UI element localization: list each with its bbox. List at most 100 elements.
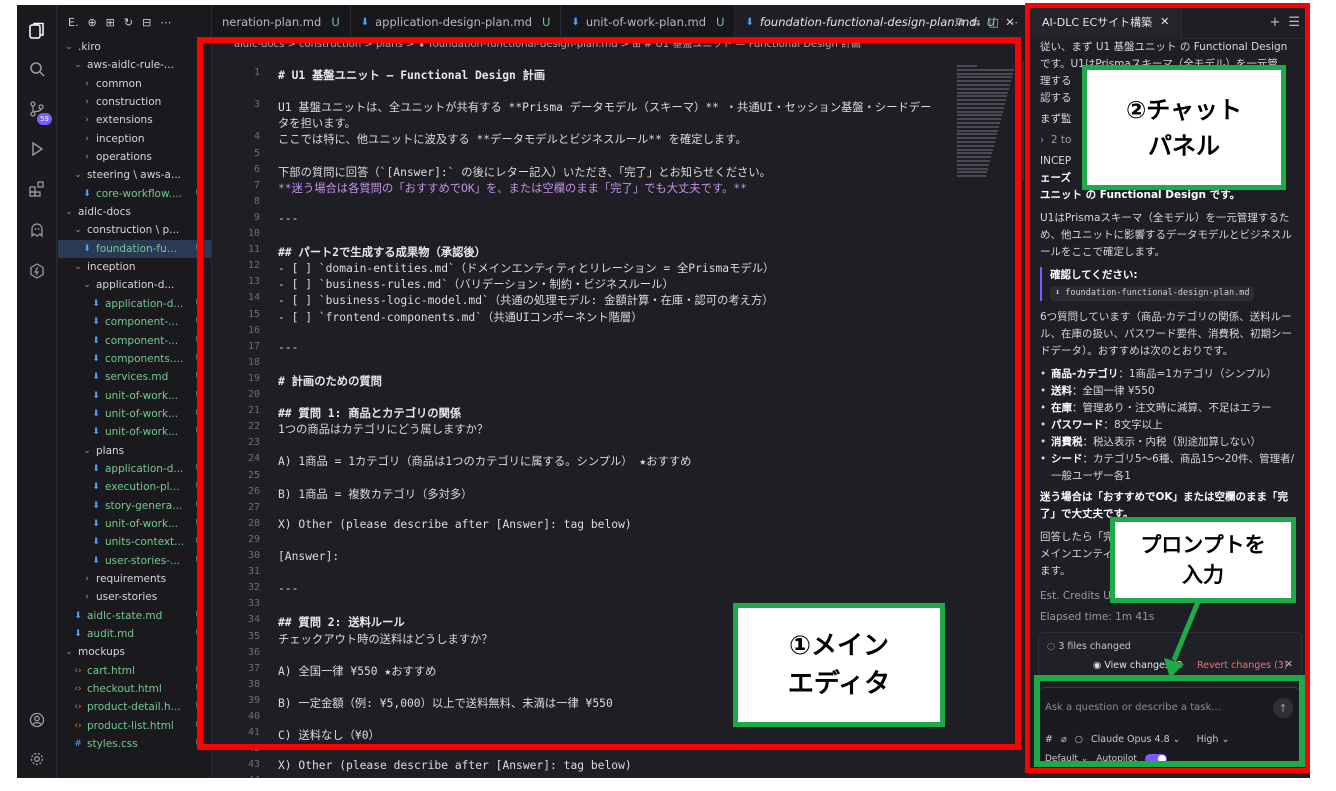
tree-file[interactable]: ‹› product-list.html U [58, 717, 211, 735]
tree-folder[interactable]: ⌄ aidlc-docs [58, 203, 211, 221]
markdown-file-icon: ⬇ [83, 188, 91, 199]
tree-item-label: requirements [96, 572, 167, 585]
chevron-down-icon[interactable]: ⌄ [73, 166, 83, 184]
editor-tab[interactable]: ⬇ application-design-plan.md U [351, 5, 562, 39]
file-tree: ⌄ .kiro ⌄ aws-aidlc-rule-... › common › constru… [58, 38, 211, 753]
chevron-down-icon[interactable]: ⌄ [64, 38, 74, 56]
tree-file[interactable]: ‹› cart.html U [58, 662, 211, 680]
chevron-right-icon[interactable]: › [82, 130, 92, 148]
tree-file[interactable]: ‹› product-detail.h... U [58, 698, 211, 716]
extensions-icon[interactable] [25, 177, 49, 201]
tree-folder[interactable]: ⌄ plans [58, 442, 211, 460]
chevron-down-icon[interactable]: ⌄ [82, 442, 92, 460]
chevron-right-icon[interactable]: › [82, 588, 92, 606]
run-debug-icon[interactable] [25, 137, 49, 161]
editor-tab[interactable]: ⬇ unit-of-work-plan.md U [561, 5, 736, 39]
prompt-highlight-box [1034, 675, 1305, 767]
chevron-right-icon[interactable]: › [82, 148, 92, 166]
tree-file[interactable]: ⬇ application-d... U [58, 460, 211, 478]
tree-file[interactable]: ‹› checkout.html U [58, 680, 211, 698]
tree-file[interactable]: ⬇ unit-of-work... U [58, 515, 211, 533]
settings-icon[interactable] [25, 747, 49, 771]
markdown-file-icon: ⬇ [92, 353, 100, 364]
open-preview-icon[interactable]: ⧉ [956, 15, 964, 29]
search-icon[interactable] [25, 57, 49, 81]
chevron-down-icon[interactable]: ⌄ [73, 258, 83, 276]
tree-file[interactable]: ⬇ components.... U [58, 350, 211, 368]
explorer-icon[interactable] [25, 19, 49, 43]
new-folder-icon[interactable]: ⊞ [106, 16, 115, 29]
tree-file[interactable]: ⬇ foundation-fu... U [58, 239, 211, 259]
markdown-file-icon: ⬇ [74, 629, 82, 639]
tree-folder[interactable]: › operations [58, 148, 211, 166]
new-file-icon[interactable]: ⊕ [87, 16, 96, 29]
tree-file[interactable]: ⬇ services.md U [58, 368, 211, 386]
tree-folder[interactable]: ⌄ application-d... [58, 276, 211, 294]
chevron-down-icon[interactable]: ⌄ [73, 221, 83, 239]
html-file-icon: ‹› [74, 702, 82, 713]
tree-folder[interactable]: ⌄ .kiro [58, 38, 211, 56]
tree-file[interactable]: ⬇ component-... U [58, 332, 211, 350]
tree-file[interactable]: ⬇ aidlc-state.md U [58, 607, 211, 625]
kiro-ghost-icon[interactable] [25, 218, 49, 242]
collapse-all-icon[interactable]: ⊟ [142, 16, 151, 29]
tree-item-label: components.... [105, 352, 184, 365]
chevron-down-icon[interactable]: ⌄ [64, 203, 74, 221]
tree-folder[interactable]: › construction [58, 93, 211, 111]
chevron-right-icon[interactable]: › [82, 75, 92, 93]
tree-file[interactable]: ⬇ units-context... U [58, 533, 211, 551]
prompt-annotation-label: プロンプトを 入力 [1110, 517, 1296, 603]
tree-item-label: common [96, 77, 142, 90]
tree-folder[interactable]: ⌄ mockups [58, 643, 211, 661]
tree-folder[interactable]: › inception [58, 130, 211, 148]
tree-item-label: aws-aidlc-rule-... [87, 59, 174, 72]
editor-tab-bar: neration-plan.md U ⬇ application-design-pla… [212, 5, 1026, 39]
tree-folder[interactable]: ⌄ steering \ aws-a... [58, 166, 211, 184]
tree-folder[interactable]: › requirements [58, 570, 211, 588]
tree-item-label: unit-of-work... [105, 389, 179, 402]
tree-file[interactable]: ⬇ component-... U [58, 313, 211, 331]
tree-file[interactable]: ⬇ story-genera... U [58, 497, 211, 515]
tree-folder[interactable]: ⌄ inception [58, 258, 211, 276]
tree-item-label: operations [96, 151, 152, 164]
split-editor-icon[interactable]: ◫ [989, 16, 999, 29]
markdown-file-icon: ⬇ [92, 518, 100, 529]
tree-file[interactable]: ⬇ unit-of-work... U [58, 405, 211, 423]
tree-folder[interactable]: › extensions [58, 111, 211, 129]
tree-folder[interactable]: ⌄ aws-aidlc-rule-... [58, 56, 211, 74]
editor-tab-label: unit-of-work-plan.md [585, 15, 707, 29]
chevron-down-icon[interactable]: ⌄ [64, 643, 74, 661]
tree-folder[interactable]: › common [58, 75, 211, 93]
chevron-down-icon[interactable]: ⌄ [73, 56, 83, 74]
activity-bar: 59 [17, 5, 57, 778]
kiro-spec-icon[interactable] [25, 259, 49, 283]
tree-file[interactable]: # styles.css U [58, 735, 211, 753]
tree-item-label: inception [96, 132, 145, 145]
tree-file[interactable]: ⬇ execution-pl... U [58, 478, 211, 496]
more-actions-icon[interactable]: ⋯ [1007, 16, 1018, 29]
chevron-down-icon[interactable]: ⌄ [82, 276, 92, 294]
tree-item-label: product-detail.h... [87, 701, 181, 714]
chevron-right-icon[interactable]: › [82, 570, 92, 588]
compare-icon[interactable]: ⇆ [971, 16, 980, 29]
tree-file[interactable]: ⬇ unit-of-work... U [58, 423, 211, 441]
tree-file[interactable]: ⬇ audit.md U [58, 625, 211, 643]
tree-item-label: product-list.html [87, 719, 174, 732]
account-icon[interactable] [25, 708, 49, 732]
tree-folder[interactable]: › user-stories [58, 588, 211, 606]
refresh-icon[interactable]: ↻ [124, 16, 133, 29]
more-actions-icon[interactable]: ⋯ [160, 16, 171, 29]
tree-item-label: cart.html [87, 664, 135, 677]
chevron-right-icon[interactable]: › [82, 111, 92, 129]
git-status-untracked: U [542, 15, 551, 29]
code-line: X) Other (please describe after [Answer]… [278, 759, 632, 773]
tree-file[interactable]: ⬇ core-workflow.... U [58, 185, 211, 203]
tree-file[interactable]: ⬇ user-stories-... U [58, 552, 211, 570]
markdown-file-icon: ⬇ [83, 243, 91, 254]
html-file-icon: ‹› [74, 720, 82, 731]
tree-file[interactable]: ⬇ unit-of-work... U [58, 387, 211, 405]
chevron-right-icon[interactable]: › [82, 93, 92, 111]
tree-file[interactable]: ⬇ application-d... U [58, 295, 211, 313]
editor-tab[interactable]: neration-plan.md U [212, 5, 351, 39]
tree-folder[interactable]: ⌄ construction \ p... [58, 221, 211, 239]
